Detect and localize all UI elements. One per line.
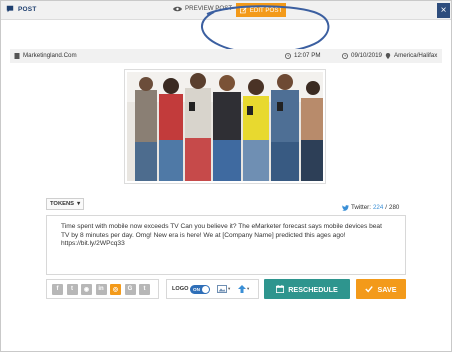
post-image[interactable] [124,69,326,184]
google-icon[interactable]: G [124,283,136,295]
chevron-down-icon: ▾ [77,201,80,207]
twitter-character-counter: Twitter: 224 / 280 [342,204,399,211]
chevron-down-icon: ▾ [228,286,231,291]
document-icon [14,52,20,59]
check-icon [365,286,374,293]
tokens-dropdown[interactable]: TOKENS ▾ [46,198,84,210]
facebook-icon[interactable]: f [52,283,63,295]
account-cell: Marketingland.Com [14,52,77,59]
eye-icon [173,6,182,11]
toggle-knob [202,286,209,293]
post-message-field[interactable]: Time spent with mobile now exceeds TV Ca… [46,215,406,275]
logo-toggle[interactable]: ON [190,285,210,294]
editor-header: POST PREVIEW POST EDIT POST × [1,1,451,20]
tumblr-icon[interactable]: t [139,283,150,295]
post-title: POST [6,5,37,13]
tab-preview-post[interactable]: PREVIEW POST [173,5,232,12]
close-button[interactable]: × [437,3,450,18]
reschedule-button[interactable]: RESCHEDULE [264,279,350,299]
linkedin-icon[interactable]: in [95,283,107,295]
time-cell: 12:07 PM [285,52,320,59]
clock-icon [285,52,291,59]
clock-icon [342,52,348,59]
timezone-cell: America/Halifax [385,52,437,59]
edit-icon [239,6,247,13]
social-network-selector: f t ◉ in ◎ G t [46,279,159,299]
tab-edit-post[interactable]: EDIT POST [236,3,286,17]
arrow-up-icon [238,285,246,293]
date-cell: 09/10/2019 [342,52,382,59]
post-info-row: Marketingland.Com 12:07 PM 09/10/2019 Am… [10,49,442,63]
logo-position-dropdown[interactable]: ▾ [238,285,249,293]
image-icon [217,285,227,293]
calendar-icon [276,285,285,293]
group-with-phones-photo [127,72,323,181]
reddit-icon[interactable]: ◉ [81,283,92,295]
map-pin-icon [385,52,391,59]
logo-options: LOGO ON ▾ ▾ [166,279,259,299]
twitter-icon[interactable]: t [66,283,78,295]
save-button[interactable]: SAVE [356,279,406,299]
instagram-icon[interactable]: ◎ [110,283,121,295]
twitter-icon [342,204,349,211]
logo-label: LOGO [172,286,189,292]
comment-icon [6,5,14,13]
chevron-down-icon: ▾ [247,286,250,291]
logo-image-dropdown[interactable]: ▾ [217,285,230,293]
